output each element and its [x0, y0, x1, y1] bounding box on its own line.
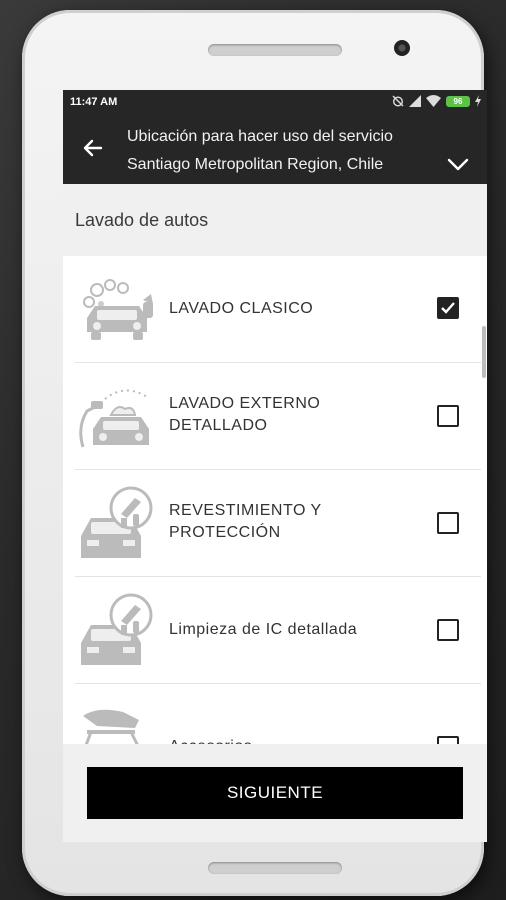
checkmark-icon — [441, 302, 455, 314]
car-interior-cleaning-icon — [81, 593, 153, 665]
list-item-lavado-externo[interactable]: LAVADO EXTERNO DETALLADO — [63, 363, 487, 470]
item-label: Limpieza de IC detallada — [169, 621, 358, 638]
back-arrow-icon[interactable] — [81, 136, 105, 160]
item-label: LAVADO CLASICO — [169, 300, 314, 317]
service-list: LAVADO CLASICO LAVADO EXTERNO DETALLADO … — [63, 256, 487, 744]
section-title: Lavado de autos — [75, 210, 209, 230]
app-toolbar: Ubicación para hacer uso del servicio Sa… — [63, 114, 487, 184]
item-checkbox[interactable] — [437, 405, 459, 427]
top-speaker — [208, 44, 342, 56]
list-item-lavado-clasico[interactable]: LAVADO CLASICO — [63, 256, 487, 363]
status-time: 11:47 AM — [70, 96, 118, 108]
app-screen: 11:47 AM 96 Ubicación para hacer uso del… — [63, 90, 487, 842]
battery-icon: 96 — [446, 95, 470, 107]
item-checkbox[interactable] — [437, 736, 459, 744]
list-item-accesorios[interactable]: Accesorios — [63, 684, 487, 744]
item-label: REVESTIMIENTO Y PROTECCIÓN — [169, 502, 322, 541]
front-camera — [394, 40, 410, 56]
item-checkbox-checked[interactable] — [437, 297, 459, 319]
wifi-icon — [426, 95, 441, 107]
car-coating-icon — [81, 486, 153, 558]
car-wash-icon — [83, 279, 153, 340]
list-item-limpieza-ic[interactable]: Limpieza de IC detallada — [63, 577, 487, 684]
location-selector[interactable]: Santiago Metropolitan Region, Chile — [127, 156, 383, 174]
item-label: Accesorios — [169, 736, 419, 744]
item-label: LAVADO EXTERNO DETALLADO — [169, 395, 321, 434]
accessories-hand-icon — [83, 709, 139, 744]
bottom-speaker — [208, 862, 342, 874]
status-icons: 96 — [392, 95, 481, 107]
list-item-revestimiento[interactable]: REVESTIMIENTO Y PROTECCIÓN — [63, 470, 487, 577]
location-title: Ubicación para hacer uso del servicio — [127, 128, 393, 145]
cell-signal-icon — [409, 95, 421, 107]
volume-button — [482, 326, 486, 378]
item-checkbox[interactable] — [437, 512, 459, 534]
charging-icon — [475, 95, 481, 107]
status-bar: 11:47 AM 96 — [63, 90, 487, 114]
phone-frame: 11:47 AM 96 Ubicación para hacer uso del… — [22, 10, 487, 896]
alarm-off-icon — [392, 95, 404, 107]
item-checkbox[interactable] — [437, 619, 459, 641]
next-button[interactable]: SIGUIENTE — [87, 767, 463, 819]
car-spray-icon — [79, 389, 149, 448]
chevron-down-icon[interactable] — [447, 158, 469, 172]
